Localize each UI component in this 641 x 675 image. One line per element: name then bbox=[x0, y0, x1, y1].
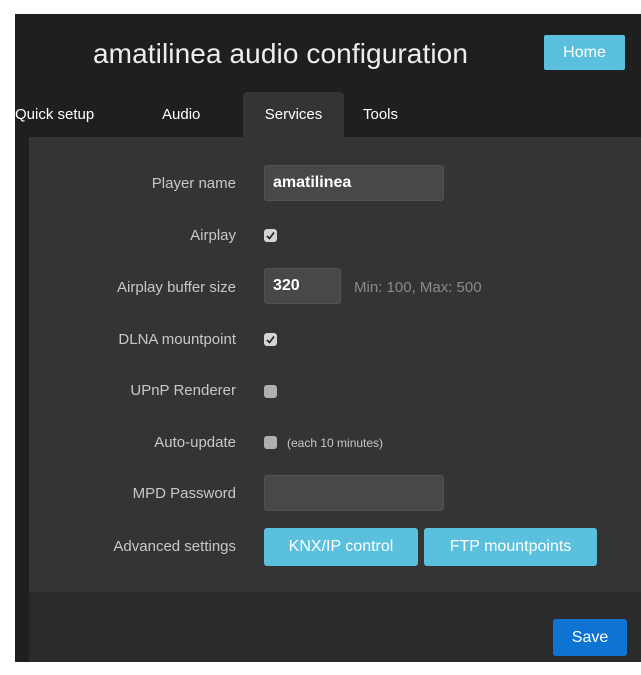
tab-services[interactable]: Services bbox=[243, 92, 344, 137]
auto-update-checkbox[interactable] bbox=[264, 436, 277, 449]
ftp-mountpoints-button[interactable]: FTP mountpoints bbox=[424, 528, 597, 566]
auto-update-label: Auto-update bbox=[154, 434, 236, 451]
tab-tools[interactable]: Tools bbox=[363, 92, 398, 137]
airplay-buffer-label: Airplay buffer size bbox=[117, 279, 236, 296]
tab-audio[interactable]: Audio bbox=[162, 92, 200, 137]
airplay-buffer-hint: Min: 100, Max: 500 bbox=[354, 279, 482, 296]
advanced-settings-label: Advanced settings bbox=[113, 538, 236, 555]
home-button[interactable]: Home bbox=[544, 35, 625, 70]
checkmark-icon bbox=[266, 336, 275, 344]
config-window: amatilinea audio configuration Home Quic… bbox=[15, 14, 641, 662]
upnp-label: UPnP Renderer bbox=[130, 382, 236, 399]
footer: Save bbox=[29, 592, 641, 662]
services-panel: Player name amatilinea Airplay Airplay b… bbox=[29, 137, 641, 592]
mpd-password-label: MPD Password bbox=[132, 485, 236, 502]
player-name-input[interactable]: amatilinea bbox=[264, 165, 444, 201]
airplay-checkbox[interactable] bbox=[264, 229, 277, 242]
dlna-label: DLNA mountpoint bbox=[118, 331, 236, 348]
tab-bar: Quick setup Audio Services Tools bbox=[15, 92, 641, 137]
checkmark-icon bbox=[266, 232, 275, 240]
airplay-label: Airplay bbox=[190, 227, 236, 244]
player-name-label: Player name bbox=[151, 175, 236, 192]
header: amatilinea audio configuration Home bbox=[15, 14, 641, 92]
airplay-buffer-input[interactable]: 320 bbox=[264, 268, 341, 304]
upnp-checkbox[interactable] bbox=[264, 385, 277, 398]
tab-quick-setup[interactable]: Quick setup bbox=[15, 92, 94, 137]
save-button[interactable]: Save bbox=[553, 619, 627, 656]
mpd-password-input[interactable] bbox=[264, 475, 444, 511]
page-title: amatilinea audio configuration bbox=[93, 38, 469, 69]
dlna-checkbox[interactable] bbox=[264, 333, 277, 346]
knx-ip-control-button[interactable]: KNX/IP control bbox=[264, 528, 418, 566]
auto-update-hint: (each 10 minutes) bbox=[287, 436, 384, 450]
